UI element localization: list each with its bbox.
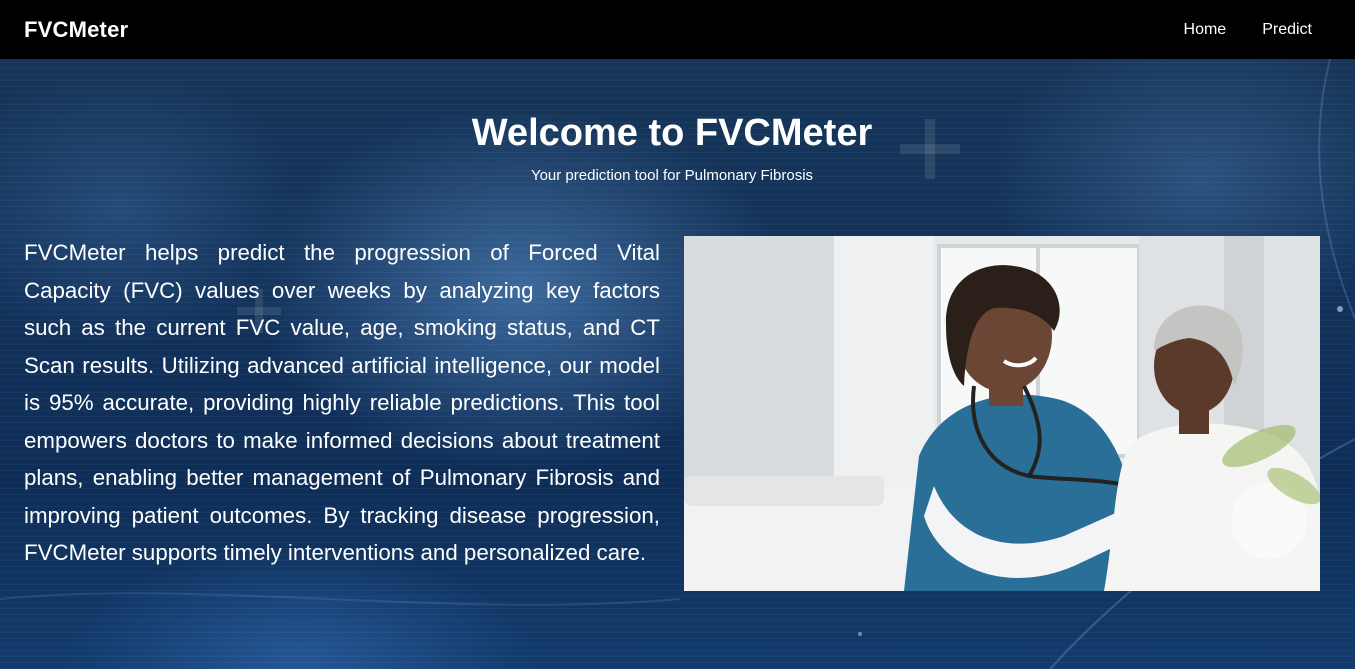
nav-predict-link[interactable]: Predict (1262, 21, 1312, 39)
nav-home-link[interactable]: Home (1184, 21, 1227, 39)
nav-links: Home Predict (1184, 21, 1312, 39)
nurse-patient-photo (684, 236, 1320, 591)
brand-logo[interactable]: FVCMeter (24, 17, 128, 43)
hero-description: FVCMeter helps predict the progression o… (24, 240, 660, 565)
top-navbar: FVCMeter Home Predict (0, 0, 1355, 59)
hero-section: Welcome to FVCMeter Your prediction tool… (0, 59, 1355, 669)
hero-title: Welcome to FVCMeter (471, 112, 873, 154)
hero-subtitle: Your prediction tool for Pulmonary Fibro… (530, 167, 814, 184)
